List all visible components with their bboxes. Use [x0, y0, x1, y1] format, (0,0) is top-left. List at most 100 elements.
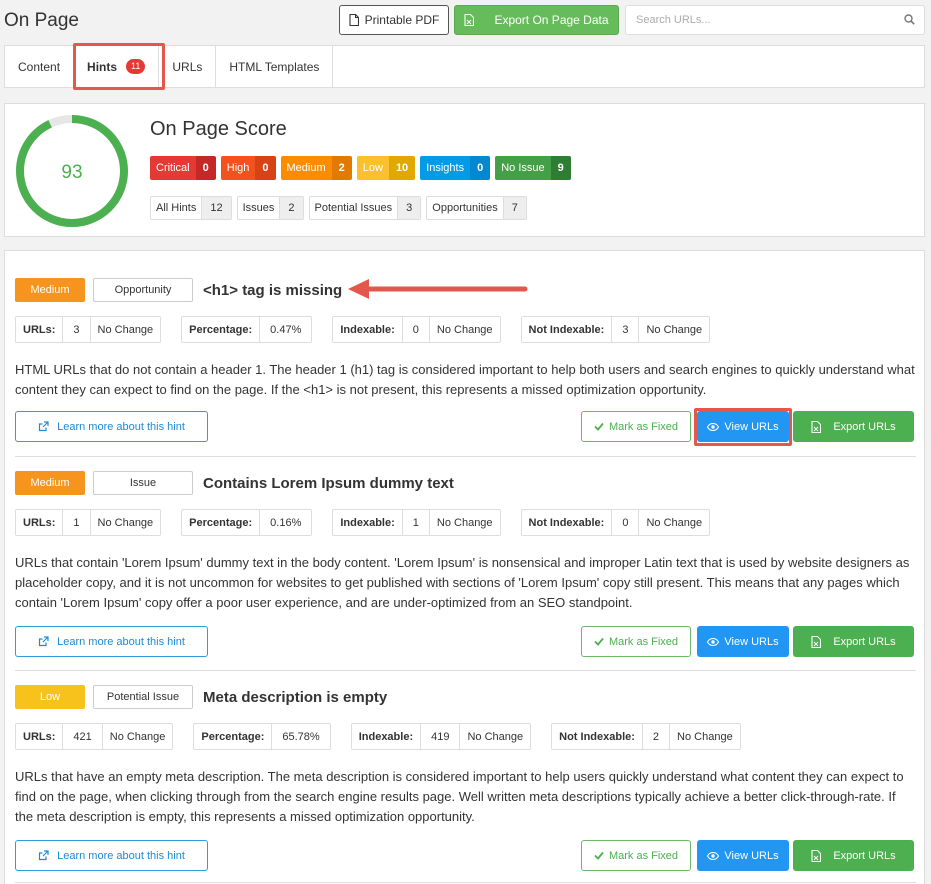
- stat-label: Percentage:: [182, 510, 261, 535]
- stat-not-indexable: Not Indexable: 0 No Change: [520, 509, 711, 536]
- stat-value: 0: [612, 510, 640, 535]
- severity-low[interactable]: Low 10: [356, 156, 416, 180]
- hint-header: Medium Opportunity <h1> tag is missing: [15, 278, 342, 302]
- printable-pdf-label: Printable PDF: [364, 13, 440, 27]
- stat-value: 3: [612, 317, 640, 342]
- severity-insights[interactable]: Insights 0: [420, 156, 491, 180]
- severity-label: Critical: [150, 156, 196, 180]
- stat-label: Not Indexable:: [522, 317, 613, 342]
- stat-label: URLs:: [16, 317, 64, 342]
- score-title: On Page Score: [150, 118, 287, 140]
- priority-badge: Medium: [15, 278, 85, 302]
- stat-urls: URLs: 421 No Change: [15, 723, 174, 750]
- search-input[interactable]: [626, 6, 886, 34]
- stat-label: Percentage:: [182, 317, 261, 342]
- stat-indexable: Indexable: 0 No Change: [332, 316, 501, 343]
- view-urls-label: View URLs: [724, 635, 779, 648]
- severity-label: Insights: [420, 156, 471, 180]
- stat-value: 1: [403, 510, 430, 535]
- stat-change: No Change: [646, 516, 703, 529]
- view-urls-button[interactable]: View URLs: [697, 840, 789, 871]
- stat-not-indexable: Not Indexable: 2 No Change: [551, 723, 741, 750]
- export-on-page-data-button[interactable]: Export On Page Data: [454, 5, 619, 35]
- hint-stats: URLs: 3 No Change Percentage: 0.47% Indexab…: [15, 316, 711, 343]
- severity-label: High: [220, 156, 256, 180]
- stat-percentage: Percentage: 0.16%: [181, 509, 313, 536]
- stat-value: 419: [421, 724, 461, 749]
- tab-content[interactable]: Content: [5, 46, 75, 87]
- filter-count: 2: [279, 197, 303, 219]
- export-urls-button[interactable]: Export URLs: [793, 411, 914, 442]
- tab-urls[interactable]: URLs: [159, 46, 217, 87]
- on-page-score-card: 93 On Page Score Critical 0 High 0 Medium 2…: [4, 103, 925, 237]
- file-excel-icon: [811, 635, 822, 648]
- severity-critical[interactable]: Critical 0: [150, 156, 216, 180]
- file-excel-icon: [811, 420, 822, 433]
- hint-type-badge: Potential Issue: [93, 685, 193, 709]
- stat-change: No Change: [646, 323, 703, 336]
- stat-urls: URLs: 1 No Change: [15, 509, 162, 536]
- learn-more-label: Learn more about this hint: [57, 635, 185, 648]
- hint-description: URLs that have an empty meta description…: [15, 769, 904, 824]
- severity-high[interactable]: High 0: [220, 156, 276, 180]
- hint-stats: URLs: 421 No Change Percentage: 65.78% Inde…: [15, 723, 741, 750]
- filter-label: Issues: [242, 202, 275, 214]
- stat-value: 421: [63, 724, 103, 749]
- eye-icon: [707, 851, 720, 860]
- filter-potential-issues[interactable]: Potential Issues 3: [308, 196, 422, 220]
- stat-change: No Change: [97, 323, 154, 336]
- stat-label: Percentage:: [194, 724, 273, 749]
- severity-medium[interactable]: Medium 2: [280, 156, 352, 180]
- export-urls-label: Export URLs: [833, 635, 896, 648]
- eye-icon: [707, 637, 720, 646]
- stat-urls: URLs: 3 No Change: [15, 316, 162, 343]
- export-urls-button[interactable]: Export URLs: [793, 626, 914, 657]
- filter-count: 3: [397, 197, 421, 219]
- learn-more-button[interactable]: Learn more about this hint: [15, 840, 208, 871]
- stat-not-indexable: Not Indexable: 3 No Change: [520, 316, 711, 343]
- learn-more-label: Learn more about this hint: [57, 420, 185, 433]
- hint-header: Low Potential Issue Meta description is …: [15, 685, 387, 709]
- page-title: On Page: [4, 10, 79, 31]
- hints-list: Medium Opportunity <h1> tag is missing U…: [4, 250, 925, 884]
- printable-pdf-button[interactable]: Printable PDF: [339, 5, 449, 35]
- stat-percentage: Percentage: 65.78%: [193, 723, 331, 750]
- filter-issues[interactable]: Issues 2: [236, 196, 304, 220]
- view-urls-label: View URLs: [724, 849, 779, 862]
- score-gauge: 93: [16, 115, 128, 227]
- stat-label: URLs:: [16, 510, 64, 535]
- tab-html-templates[interactable]: HTML Templates: [216, 46, 334, 87]
- file-excel-icon: [811, 849, 822, 862]
- severity-count: 0: [195, 156, 216, 180]
- export-urls-label: Export URLs: [833, 849, 896, 862]
- stat-value: 0: [403, 317, 430, 342]
- stat-label: Not Indexable:: [552, 724, 643, 749]
- severity-label: Medium: [280, 156, 332, 180]
- severity-no-issue[interactable]: No Issue 9: [495, 156, 571, 180]
- export-urls-button[interactable]: Export URLs: [793, 840, 914, 871]
- filter-opportunities[interactable]: Opportunities 7: [426, 196, 527, 220]
- filter-label: All Hints: [156, 202, 197, 214]
- learn-more-button[interactable]: Learn more about this hint: [15, 626, 208, 657]
- severity-count: 0: [255, 156, 276, 180]
- severity-count: 9: [550, 156, 571, 180]
- stat-value: 0.47%: [270, 323, 302, 336]
- filter-all-hints[interactable]: All Hints 12: [150, 196, 232, 220]
- filter-count: 12: [201, 197, 231, 219]
- mark-as-fixed-button[interactable]: Mark as Fixed: [581, 626, 691, 657]
- mark-as-fixed-button[interactable]: Mark as Fixed: [581, 840, 691, 871]
- view-urls-button[interactable]: View URLs: [697, 626, 789, 657]
- priority-badge: Medium: [15, 471, 85, 495]
- learn-more-button[interactable]: Learn more about this hint: [15, 411, 208, 442]
- tab-urls-label: URLs: [172, 59, 203, 74]
- stat-indexable: Indexable: 419 No Change: [350, 723, 532, 750]
- filter-label: Potential Issues: [314, 202, 393, 214]
- stat-value: 2: [643, 724, 671, 749]
- severity-count: 2: [331, 156, 352, 180]
- hint-divider: [15, 456, 916, 457]
- search-icon[interactable]: [904, 14, 915, 25]
- stat-label: Indexable:: [333, 317, 403, 342]
- stat-label: URLs:: [16, 724, 64, 749]
- stat-change: No Change: [109, 730, 166, 743]
- mark-as-fixed-button[interactable]: Mark as Fixed: [581, 411, 691, 442]
